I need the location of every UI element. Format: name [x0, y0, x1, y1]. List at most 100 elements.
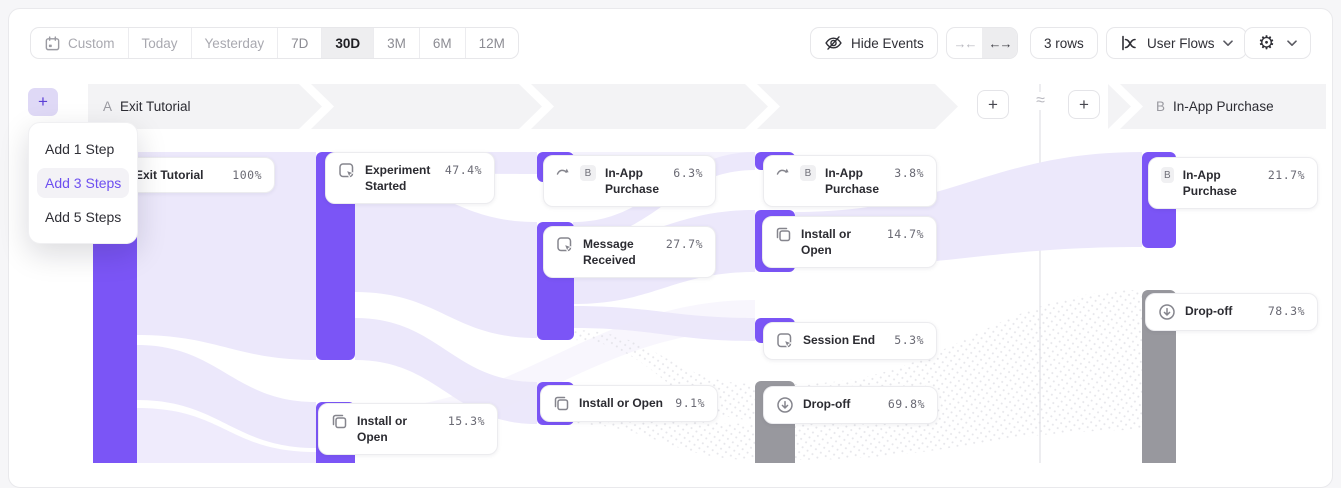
chart-type-label: User Flows [1147, 36, 1215, 51]
plus-icon: + [988, 95, 998, 115]
tap-event-icon [556, 236, 574, 254]
date-range-label: Custom [68, 36, 115, 51]
node-card-install-or-open-2[interactable]: Install or Open 15.3% [318, 403, 498, 455]
copy-squares-icon [331, 413, 348, 430]
chart-type-dropdown[interactable]: User Flows [1106, 27, 1247, 59]
node-card-in-app-purchase-4[interactable]: B In-App Purchase 3.8% [763, 155, 937, 207]
node-percentage: 27.7% [666, 236, 703, 251]
node-percentage: 100% [232, 167, 262, 182]
node-card-in-app-purchase-b[interactable]: B In-App Purchase 21.7% [1148, 157, 1318, 209]
node-percentage: 78.3% [1268, 303, 1305, 318]
skip-arrow-icon [556, 165, 571, 178]
user-flows-chart-icon [1120, 34, 1139, 52]
gear-icon: ⚙ [1258, 34, 1275, 53]
node-card-in-app-purchase-3[interactable]: B In-App Purchase 6.3% [543, 155, 716, 207]
width-toggle: →← ←→ [946, 27, 1018, 59]
expand-columns-button[interactable]: ←→ [982, 28, 1017, 58]
step-letter: A [103, 99, 112, 114]
step-band-a2 [311, 84, 542, 129]
date-range-6m[interactable]: 6M [419, 28, 465, 58]
hide-events-label: Hide Events [851, 36, 924, 51]
date-range-label: 7D [291, 36, 308, 51]
node-label: Drop-off [803, 396, 850, 412]
date-range-selector: Custom Today Yesterday 7D 30D 3M 6M 12M [30, 27, 519, 59]
step-title: Exit Tutorial [120, 99, 191, 114]
node-percentage: 3.8% [894, 165, 924, 180]
flow-b-badge: B [580, 165, 596, 181]
flow-b-badge: B [1161, 167, 1174, 183]
node-percentage: 69.8% [888, 396, 925, 411]
date-range-today[interactable]: Today [128, 28, 191, 58]
step-band-b1[interactable]: B In-App Purchase [1120, 84, 1326, 129]
menu-item-add-5-steps[interactable]: Add 5 Steps [29, 200, 137, 234]
plus-icon: + [38, 92, 48, 112]
node-card-install-or-open-3[interactable]: Install or Open 9.1% [540, 385, 718, 422]
date-range-yesterday[interactable]: Yesterday [191, 28, 278, 58]
settings-dropdown[interactable]: ⚙ [1244, 27, 1311, 59]
step-title: In-App Purchase [1173, 99, 1274, 114]
node-percentage: 15.3% [448, 413, 485, 428]
drop-off-icon [1158, 303, 1176, 321]
node-label: Install or Open [357, 413, 439, 445]
node-label: Experiment Started [365, 162, 436, 194]
node-card-experiment-started[interactable]: Experiment Started 47.4% [325, 152, 495, 204]
approx-icon: ≈ [1028, 92, 1053, 110]
date-range-7d[interactable]: 7D [277, 28, 321, 58]
node-card-drop-off-b[interactable]: Drop-off 78.3% [1145, 293, 1318, 331]
date-range-label: 6M [433, 36, 452, 51]
user-flows-screen: Custom Today Yesterday 7D 30D 3M 6M 12M … [0, 0, 1341, 463]
step-letter: B [1156, 99, 1165, 114]
add-steps-menu: Add 1 Step Add 3 Steps Add 5 Steps [28, 122, 138, 244]
node-label: Install or Open [579, 395, 663, 411]
date-range-3m[interactable]: 3M [373, 28, 419, 58]
add-step-a-button[interactable]: + [977, 90, 1009, 119]
date-range-label: 30D [335, 36, 360, 51]
node-label: Session End [803, 332, 875, 348]
node-card-drop-off-a[interactable]: Drop-off 69.8% [763, 386, 938, 424]
skip-arrow-icon [776, 165, 791, 178]
menu-item-add-1-step[interactable]: Add 1 Step [29, 132, 137, 166]
calendar-icon [44, 35, 61, 52]
add-steps-before-button[interactable]: + [28, 88, 58, 116]
collapse-arrows-icon: →← [954, 36, 976, 51]
node-label: In-App Purchase [1183, 167, 1259, 199]
rows-label: 3 rows [1044, 36, 1084, 51]
chevron-down-icon [1287, 40, 1297, 47]
node-card-install-or-open-4[interactable]: Install or Open 14.7% [762, 216, 937, 268]
date-range-custom[interactable]: Custom [31, 28, 128, 58]
node-label: Exit Tutorial [135, 167, 203, 183]
node-label: Install or Open [801, 226, 878, 258]
node-percentage: 47.4% [445, 162, 482, 177]
date-range-label: Today [142, 36, 178, 51]
date-range-label: 12M [479, 36, 505, 51]
drop-off-icon [776, 396, 794, 414]
date-range-12m[interactable]: 12M [465, 28, 518, 58]
node-percentage: 6.3% [673, 165, 703, 180]
node-percentage: 14.7% [887, 226, 924, 241]
flow-b-badge: B [800, 165, 816, 181]
node-card-exit-tutorial[interactable]: Exit Tutorial 100% [122, 157, 275, 193]
copy-squares-icon [775, 226, 792, 243]
node-percentage: 9.1% [675, 395, 705, 410]
menu-item-add-3-steps[interactable]: Add 3 Steps [37, 168, 129, 198]
node-label: In-App Purchase [605, 165, 663, 197]
eye-off-icon [824, 34, 843, 52]
node-label: In-App Purchase [825, 165, 883, 197]
collapse-columns-button[interactable]: →← [947, 28, 982, 58]
plus-icon: + [1079, 95, 1089, 115]
date-range-label: 3M [387, 36, 406, 51]
tap-event-icon [776, 332, 794, 350]
node-label: Message Received [583, 236, 649, 268]
node-card-session-end[interactable]: Session End 5.3% [763, 322, 937, 360]
chevron-down-icon [1223, 40, 1233, 47]
hide-events-button[interactable]: Hide Events [810, 27, 938, 59]
copy-squares-icon [553, 395, 570, 412]
node-card-message-received[interactable]: Message Received 27.7% [543, 226, 716, 278]
step-band-a3 [531, 84, 768, 129]
date-range-30d[interactable]: 30D [321, 28, 373, 58]
node-label: Drop-off [1185, 303, 1232, 319]
rows-button[interactable]: 3 rows [1030, 27, 1098, 59]
add-step-b-button[interactable]: + [1068, 90, 1100, 119]
date-range-label: Yesterday [205, 36, 265, 51]
expand-arrows-icon: ←→ [989, 36, 1011, 51]
